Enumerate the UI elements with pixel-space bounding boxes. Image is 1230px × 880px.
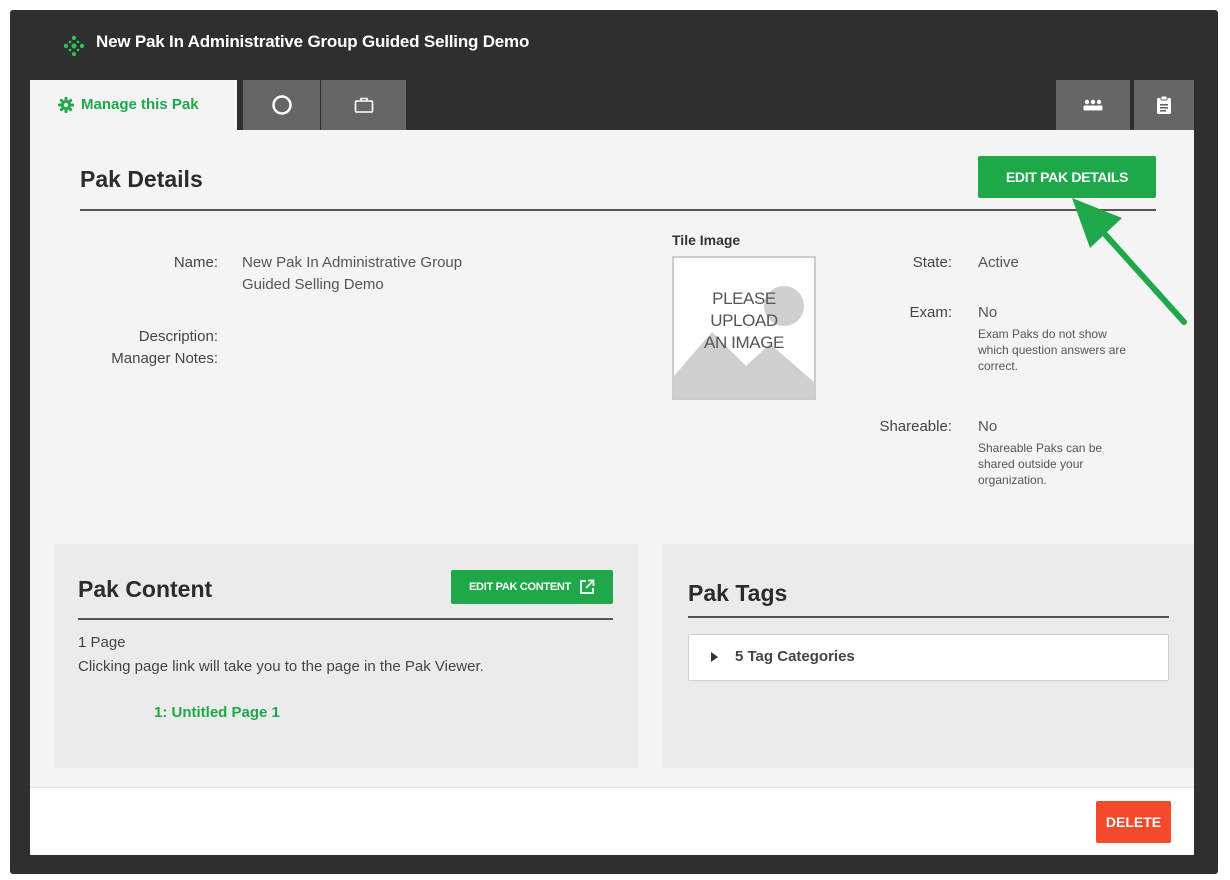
tab-clipboard[interactable]: [1134, 80, 1194, 130]
tag-categories-label: 5 Tag Categories: [735, 648, 855, 665]
page-count: 1 Page: [78, 634, 126, 651]
state-label: State:: [912, 254, 952, 271]
tile-image-placeholder[interactable]: PLEASE UPLOAD AN IMAGE: [672, 256, 816, 400]
shareable-value: No: [978, 418, 998, 435]
manage-content: Pak Details EDIT PAK DETAILS Name: New P…: [30, 130, 1194, 787]
users-icon: [1083, 99, 1103, 111]
annotation-arrow-icon: [1072, 198, 1187, 325]
state-value: Active: [978, 254, 1019, 271]
tags-divider: [688, 616, 1169, 618]
exam-note-line3: correct.: [978, 359, 1019, 373]
name-value-line1: New Pak In Administrative Group: [242, 254, 463, 271]
tile-placeholder-text: PLEASE UPLOAD AN IMAGE: [674, 288, 814, 354]
window-title: New Pak In Administrative Group Guided S…: [96, 32, 530, 51]
name-value-line2: Guided Selling Demo: [242, 276, 384, 293]
tab-users[interactable]: [1056, 80, 1130, 130]
tile-placeholder-line1: PLEASE: [712, 289, 776, 308]
tile-placeholder-line2: UPLOAD: [710, 311, 778, 330]
shareable-note-line1: Shareable Paks can be: [978, 441, 1103, 455]
name-label: Name:: [173, 254, 218, 271]
pak-logo-icon: [62, 34, 86, 58]
exam-note-line2: which question answers are: [978, 343, 1127, 357]
shareable-label: Shareable:: [879, 418, 952, 435]
manager-notes-label: Manager Notes:: [111, 350, 218, 367]
circle-icon: [271, 95, 292, 115]
tab-briefcase[interactable]: [321, 80, 406, 130]
description-label: Description:: [138, 328, 218, 345]
tile-image-label: Tile Image: [672, 232, 741, 248]
footer-bar: DELETE: [30, 787, 1194, 855]
shareable-note-line3: organization.: [978, 473, 1047, 487]
tab-manage-label: Manage this Pak: [81, 96, 199, 113]
caret-right-icon: [711, 652, 718, 662]
details-divider: [80, 209, 1156, 211]
external-link-icon: [580, 579, 595, 594]
pak-tags-panel: Pak Tags 5 Tag Categories: [662, 544, 1194, 768]
pak-tags-heading: Pak Tags: [688, 580, 788, 606]
gear-icon: [58, 97, 74, 113]
tile-placeholder-line3: AN IMAGE: [704, 333, 784, 352]
exam-value: No: [978, 304, 998, 321]
title-bar: New Pak In Administrative Group Guided S…: [10, 10, 1218, 80]
delete-button[interactable]: DELETE: [1096, 801, 1171, 843]
pak-window: New Pak In Administrative Group Guided S…: [10, 10, 1218, 874]
edit-pak-content-label: EDIT PAK CONTENT: [469, 581, 571, 593]
shareable-note-line2: shared outside your: [978, 457, 1084, 471]
tag-categories-toggle[interactable]: 5 Tag Categories: [688, 634, 1169, 681]
tab-manage-pak[interactable]: Manage this Pak: [30, 80, 237, 130]
pak-details-heading: Pak Details: [80, 166, 203, 192]
page-link-hint: Clicking page link will take you to the …: [78, 658, 484, 675]
exam-label: Exam:: [909, 304, 952, 321]
edit-pak-content-button[interactable]: EDIT PAK CONTENT: [451, 570, 613, 604]
pak-details-panel: Pak Details EDIT PAK DETAILS Name: New P…: [54, 130, 1182, 512]
tab-circle[interactable]: [243, 80, 320, 130]
clipboard-icon: [1157, 95, 1171, 114]
pak-content-panel: Pak Content EDIT PAK CONTENT 1 Page Clic…: [54, 544, 638, 768]
pak-content-heading: Pak Content: [78, 576, 213, 602]
page-link-untitled-1[interactable]: 1: Untitled Page 1: [154, 704, 280, 721]
content-divider: [78, 618, 613, 620]
briefcase-icon: [354, 97, 373, 113]
